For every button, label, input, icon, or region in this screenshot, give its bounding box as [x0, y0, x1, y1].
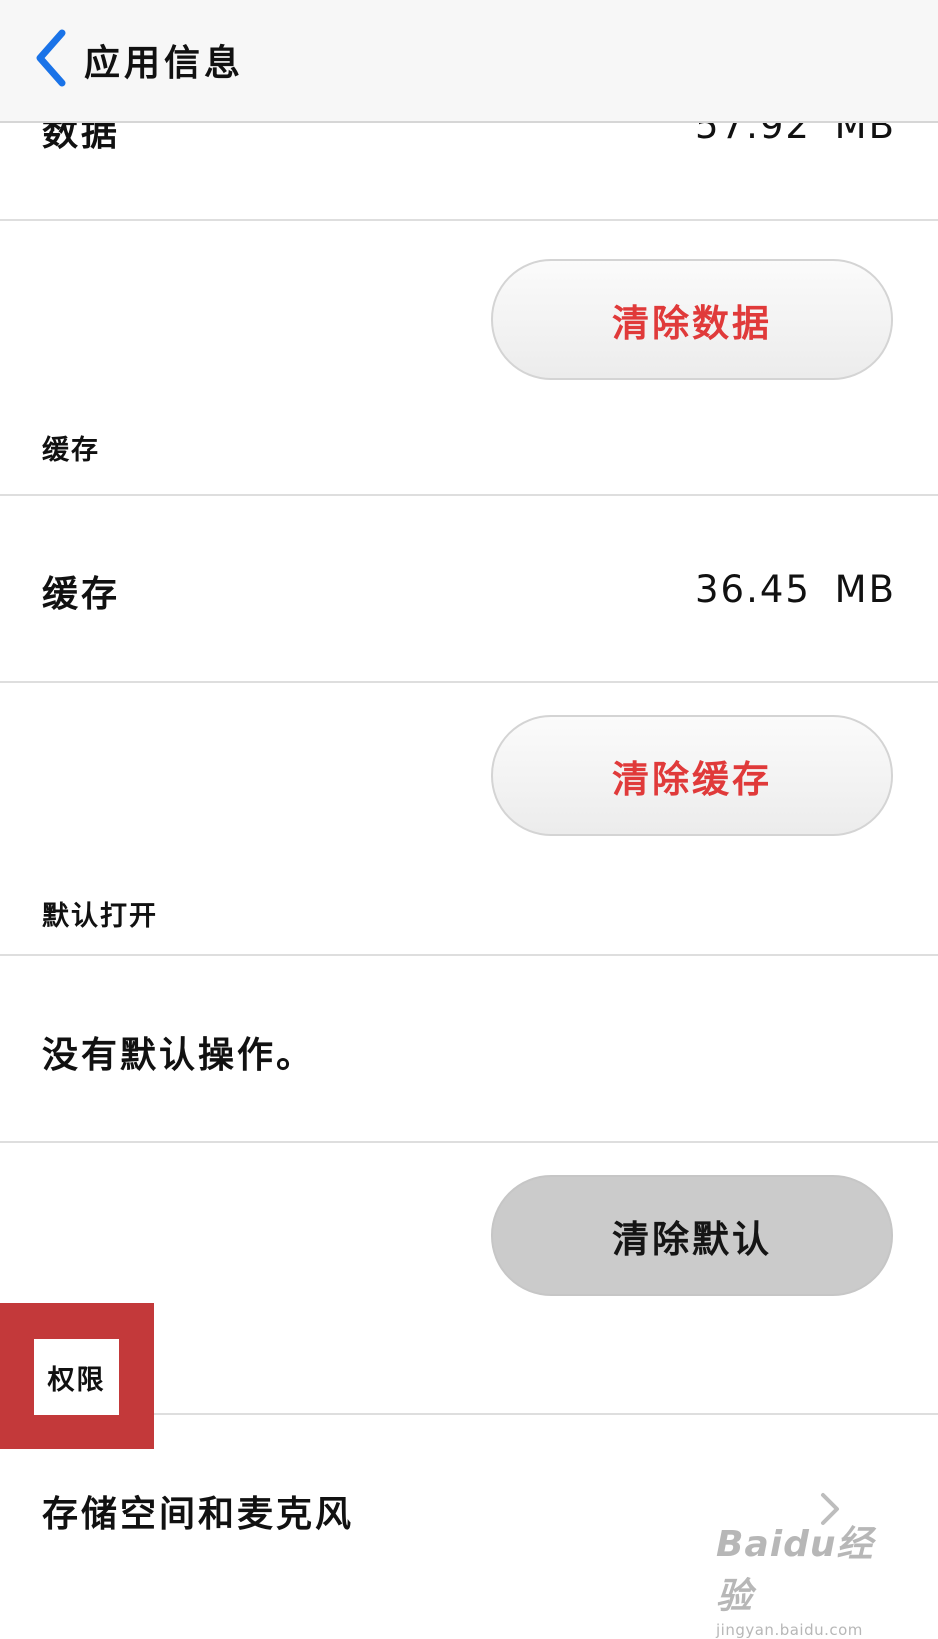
watermark-logo: Baidu经验 — [716, 1524, 874, 1617]
divider — [0, 219, 938, 221]
divider — [0, 1141, 938, 1143]
default-open-section-header: 默认打开 — [42, 901, 158, 932]
baidu-watermark: Baidu经验 jingyan.baidu.com — [716, 1515, 906, 1639]
watermark-url: jingyan.baidu.com — [716, 1621, 863, 1639]
divider — [0, 954, 938, 956]
page-title: 应用信息 — [84, 42, 245, 84]
no-default-actions-text: 没有默认操作。 — [42, 1034, 316, 1076]
clear-data-button[interactable]: 清除数据 — [491, 259, 893, 380]
divider — [0, 494, 938, 496]
navigation-bar: 应用信息 — [0, 0, 938, 123]
clear-default-button[interactable]: 清除默认 — [491, 1175, 893, 1296]
clear-cache-button[interactable]: 清除缓存 — [491, 715, 893, 836]
divider — [0, 681, 938, 683]
chevron-left-icon — [36, 29, 66, 87]
cache-label: 缓存 — [42, 573, 121, 615]
permissions-label: 存储空间和麦克风 — [42, 1493, 355, 1535]
permissions-section-header: 权限 — [34, 1339, 119, 1415]
cache-section-header: 缓存 — [42, 435, 100, 466]
back-button[interactable] — [34, 28, 68, 88]
cache-size-value: 36.45 MB — [695, 568, 896, 611]
